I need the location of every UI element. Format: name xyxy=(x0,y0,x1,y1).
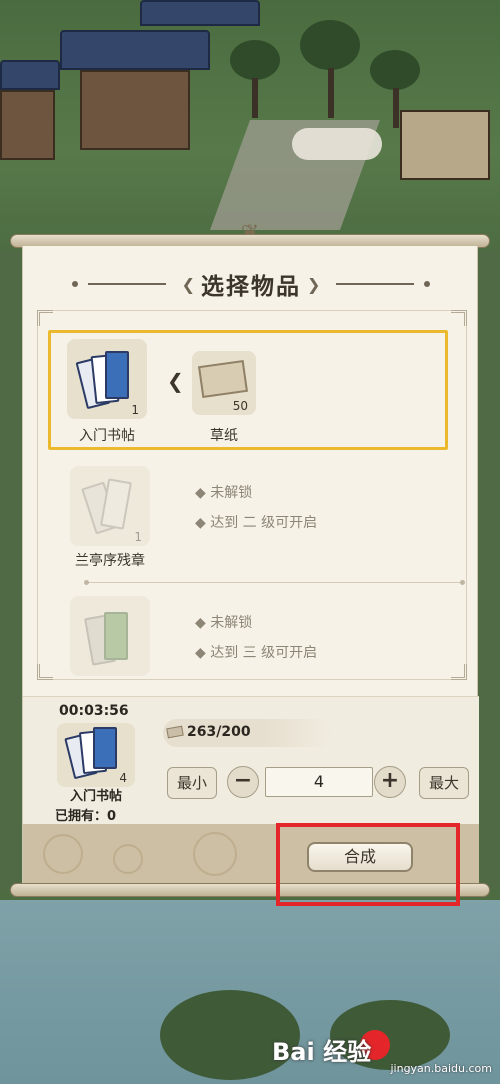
min-button[interactable]: 最小 xyxy=(167,767,217,799)
cloud xyxy=(292,128,382,160)
ornament-line xyxy=(336,283,415,285)
watermark-text: Bai 经验 xyxy=(272,1038,372,1066)
increase-button[interactable]: + xyxy=(374,766,406,798)
unlock-requirement: ◆ 达到 二 级可开启 xyxy=(195,515,318,531)
craft-item-icon-slot: 4 xyxy=(57,723,135,787)
ingredient-name: 草纸 xyxy=(210,428,238,444)
recipe-name: 入门书帖 xyxy=(79,428,135,444)
house-roof-top xyxy=(140,0,260,26)
row-divider xyxy=(87,582,461,583)
unlock-requirement-text: 达到 二 级可开启 xyxy=(210,515,318,531)
lock-status-text: 未解锁 xyxy=(210,485,253,501)
swirl-ornament-icon: ❯ xyxy=(307,274,321,294)
unlock-requirement: ◆ 达到 三 级可开启 xyxy=(195,645,318,661)
recipe-row-locked[interactable]: ◆ 未解锁 ◆ 达到 三 级可开启 xyxy=(57,596,467,686)
lock-status: ◆ 未解锁 xyxy=(195,485,253,501)
ornament-dot xyxy=(71,281,78,287)
tree-trunk xyxy=(393,88,399,128)
tree-canopy xyxy=(230,40,280,80)
straw-paper-icon xyxy=(197,359,249,399)
item-count: 1 xyxy=(134,530,142,544)
house-roof-left xyxy=(0,60,60,90)
quantity-input[interactable]: 4 xyxy=(265,767,373,797)
owned-count: 已拥有：0 xyxy=(55,809,117,824)
craft-item-count: 4 xyxy=(119,771,127,785)
cloud-swirl-pattern xyxy=(193,832,237,876)
house-left xyxy=(0,90,55,160)
item-icon-slot[interactable] xyxy=(70,596,150,676)
watermark-url: jingyan.baidu.com xyxy=(390,1062,492,1075)
recipe-row-locked[interactable]: 1 兰亭序残章 ◆ 未解锁 ◆ 达到 二 级可开启 xyxy=(57,462,467,580)
lock-status-text: 未解锁 xyxy=(210,615,253,631)
ingredient-count: 50 xyxy=(232,399,248,413)
cloud-swirl-pattern xyxy=(43,834,83,874)
decrease-button[interactable]: − xyxy=(227,766,259,798)
frame-corner xyxy=(451,310,467,326)
recipe-name: 兰亭序残章 xyxy=(75,553,145,569)
craft-panel: 00:03:56 4 入门书帖 已拥有：0 263/200 最小 − 4 + 最… xyxy=(23,696,479,824)
paper-cost: 263/200 xyxy=(187,724,251,740)
ingredient-icon-slot[interactable]: 50 xyxy=(192,351,256,415)
cloud-swirl-pattern xyxy=(113,844,143,874)
max-button[interactable]: 最大 xyxy=(419,767,469,799)
lock-status: ◆ 未解锁 xyxy=(195,615,253,631)
frame-corner xyxy=(37,310,53,326)
pagoda-roof xyxy=(60,30,210,70)
calligraphy-book-icon xyxy=(64,727,121,783)
green-book-icon xyxy=(84,608,136,666)
tree-canopy xyxy=(370,50,420,90)
dialog-title: 选择物品 xyxy=(201,274,301,299)
recipe-row-selected[interactable]: 1 入门书帖 ❮ 50 草纸 xyxy=(48,330,448,450)
unlock-requirement-text: 达到 三 级可开启 xyxy=(210,645,318,661)
ornament-dot xyxy=(424,281,431,287)
shop-right xyxy=(400,110,490,180)
craft-item-name: 入门书帖 xyxy=(69,789,122,804)
divider-dot xyxy=(460,580,465,585)
pagoda-building xyxy=(80,70,190,150)
select-item-dialog: ❮ 选择物品 ❯ 1 入门书帖 ❮ 50 草纸 1 兰亭序残章 ◆ 未解锁 ◆ … xyxy=(22,246,479,886)
craft-button-highlight xyxy=(276,823,460,906)
watermark: Bai 经验 jingyan.baidu.com xyxy=(272,1028,492,1078)
swirl-ornament-icon: ❮ xyxy=(181,274,195,294)
item-count: 1 xyxy=(131,403,139,417)
item-icon-slot[interactable]: 1 xyxy=(67,339,147,419)
ornament-line xyxy=(87,283,166,285)
requires-arrow-icon: ❮ xyxy=(167,369,184,393)
tree-trunk xyxy=(252,78,258,118)
calligraphy-scroll-icon xyxy=(81,478,136,535)
item-icon-slot[interactable]: 1 xyxy=(70,466,150,546)
divider-dot xyxy=(84,580,89,585)
frame-corner xyxy=(37,664,53,680)
tree-canopy xyxy=(300,20,360,70)
tree-trunk xyxy=(328,68,334,118)
dialog-header: ❮ 选择物品 ❯ xyxy=(23,266,479,302)
craft-timer: 00:03:56 xyxy=(59,703,129,719)
calligraphy-book-icon xyxy=(75,351,133,410)
